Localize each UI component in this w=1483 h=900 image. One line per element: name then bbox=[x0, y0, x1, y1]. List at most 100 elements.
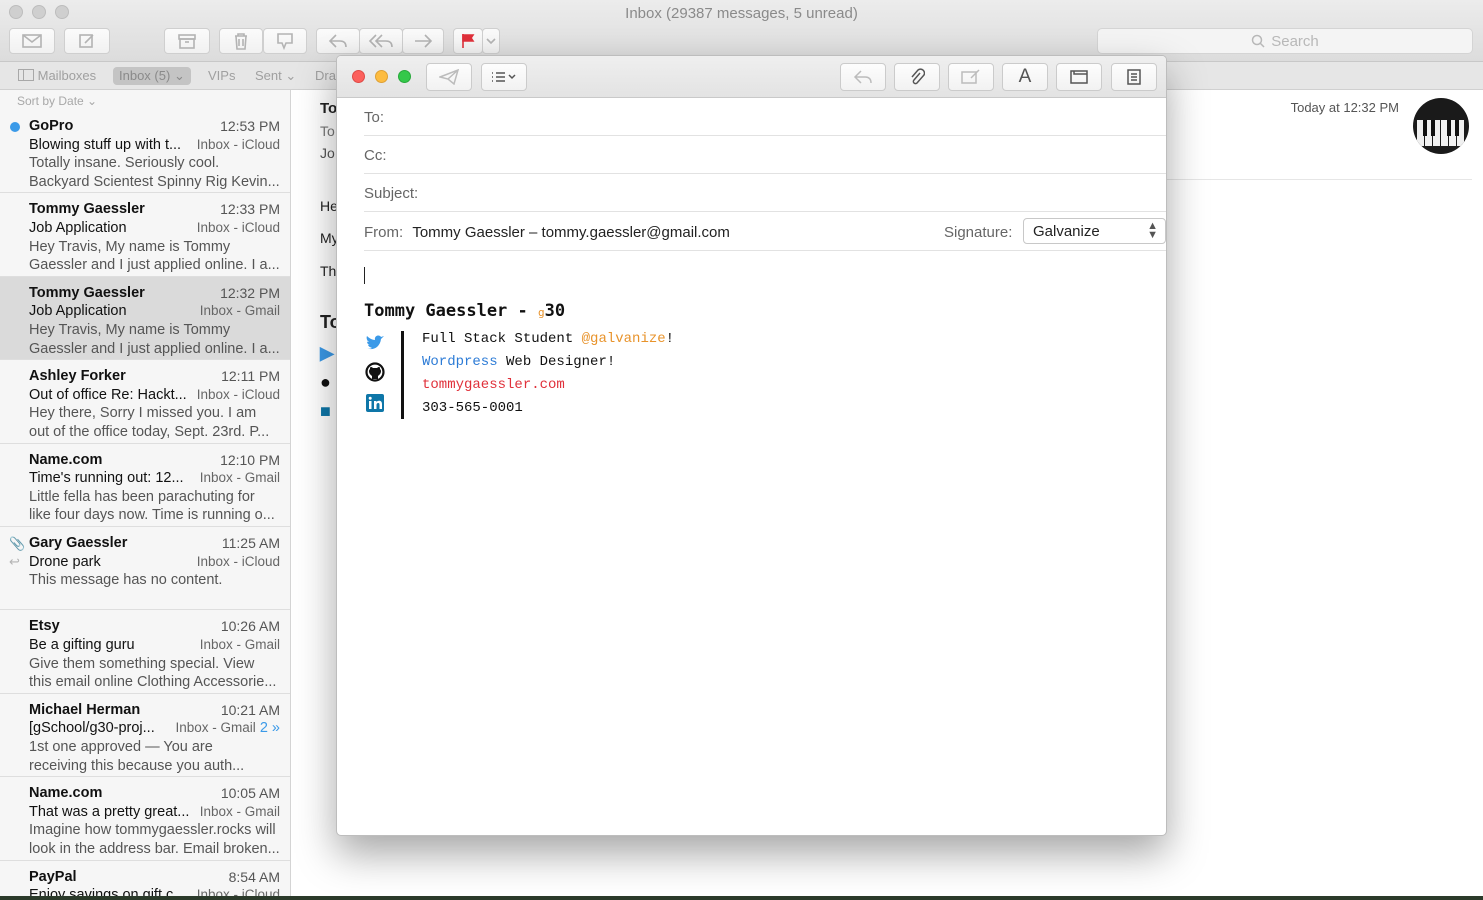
galvanize-link[interactable]: @galvanize bbox=[582, 331, 666, 347]
message-sender: Gary Gaessler bbox=[29, 534, 128, 551]
list-item[interactable]: Name.com 10:05 AM That was a pretty great… bbox=[0, 777, 290, 861]
markup-button[interactable] bbox=[948, 63, 994, 91]
list-item[interactable]: Michael Herman 10:21 AM [gSchool/g30-proj… bbox=[0, 694, 290, 778]
favorite-sent[interactable]: Sent ⌄ bbox=[255, 68, 296, 84]
message-recipient-line: Jo bbox=[320, 145, 335, 161]
junk-button[interactable] bbox=[263, 28, 307, 54]
website-link[interactable]: tommygaessler.com bbox=[422, 377, 565, 393]
message-mailbox: Inbox - Gmail bbox=[199, 303, 280, 319]
signature-line-1: Full Stack Student @galvanize! bbox=[422, 331, 674, 347]
message-preview: Hey there, Sorry I missed you. I am bbox=[29, 405, 257, 422]
message-time: 12:53 PM bbox=[220, 118, 280, 134]
minimize-compose-button[interactable] bbox=[375, 70, 388, 83]
close-compose-button[interactable] bbox=[352, 70, 365, 83]
paperclip-icon: 📎 bbox=[9, 535, 26, 551]
message-mailbox: Inbox - Gmail bbox=[175, 720, 256, 736]
message-preview: like four days now. Time is running o... bbox=[29, 507, 275, 524]
search-field[interactable]: Search bbox=[1097, 28, 1473, 54]
subject-label: Subject: bbox=[364, 185, 419, 202]
thread-count-badge[interactable]: 2 » bbox=[260, 720, 280, 736]
message-mailbox: Inbox - Gmail bbox=[199, 636, 280, 652]
photo-browser-button[interactable] bbox=[1056, 63, 1102, 91]
header-divider bbox=[1132, 179, 1472, 180]
message-preview: receiving this because you auth... bbox=[29, 757, 245, 774]
message-time: 12:10 PM bbox=[220, 451, 280, 468]
message-body-line: Th bbox=[320, 263, 337, 279]
list-item-selected[interactable]: Tommy Gaessler 12:32 PM Job Application In… bbox=[0, 276, 290, 361]
linkedin-icon[interactable] bbox=[365, 393, 385, 413]
mailboxes-button[interactable]: Mailboxes bbox=[18, 68, 96, 83]
list-item[interactable]: 📎 ↩ Gary Gaessler 11:25 AM Drone park Inbo… bbox=[0, 527, 290, 611]
get-mail-button[interactable] bbox=[9, 28, 55, 54]
message-sender: Ashley Forker bbox=[29, 368, 126, 385]
cc-field[interactable]: Cc: bbox=[364, 136, 1166, 174]
thumbs-down-icon bbox=[277, 33, 293, 50]
format-button[interactable]: A bbox=[1002, 63, 1048, 91]
signature-name: Tommy Gaessler - g30 bbox=[364, 301, 565, 321]
favorite-vips[interactable]: VIPs bbox=[208, 68, 235, 83]
compose-button[interactable] bbox=[64, 28, 110, 54]
flag-menu-button[interactable] bbox=[482, 28, 500, 54]
reply-button[interactable] bbox=[840, 63, 886, 91]
message-sender: Tommy Gaessler bbox=[29, 201, 145, 218]
list-item[interactable]: PayPal 8:54 AM Enjoy savings on gift c...… bbox=[0, 861, 290, 896]
signature-select[interactable]: Galvanize ▲ ▼ bbox=[1023, 218, 1166, 244]
inbox-label: Inbox (5) bbox=[119, 68, 171, 83]
attach-button[interactable] bbox=[894, 63, 940, 91]
message-preview: Totally insane. Seriously cool. bbox=[29, 155, 220, 172]
chevron-down-icon: ⌄ bbox=[285, 68, 297, 83]
message-mailbox: Inbox - iCloud bbox=[196, 219, 280, 235]
stationery-button[interactable] bbox=[1111, 63, 1157, 91]
message-preview: Give them something special. View bbox=[29, 655, 255, 672]
header-fields-menu[interactable] bbox=[481, 63, 527, 91]
flag-button[interactable] bbox=[453, 28, 483, 54]
message-body-editor[interactable]: Tommy Gaessler - g30 Full Stack Student … bbox=[337, 252, 1166, 835]
sort-control[interactable]: Sort by Date ⌄ bbox=[0, 90, 290, 110]
chevron-down-icon: ⌄ bbox=[87, 94, 98, 108]
reply-button[interactable] bbox=[316, 28, 360, 54]
favorite-drafts[interactable]: Dra bbox=[315, 68, 336, 83]
list-item[interactable]: Tommy Gaessler 12:33 PM Job Application In… bbox=[0, 193, 290, 277]
message-sender: Name.com bbox=[29, 451, 103, 468]
favorite-inbox[interactable]: Inbox (5) ⌄ bbox=[113, 67, 191, 85]
signature-role: Web Designer! bbox=[497, 354, 616, 370]
to-field[interactable]: To: bbox=[364, 98, 1166, 136]
twitter-icon[interactable] bbox=[365, 333, 385, 353]
message-preview: Gaessler and I just applied online. I a.… bbox=[29, 257, 280, 274]
subject-field[interactable]: Subject: bbox=[364, 174, 1166, 212]
wordpress-link[interactable]: Wordpress bbox=[422, 354, 498, 370]
send-button[interactable] bbox=[426, 63, 472, 91]
message-mailbox: Inbox - iCloud bbox=[196, 136, 280, 152]
from-select[interactable]: Tommy Gaessler – tommy.gaessler@gmail.co… bbox=[412, 224, 730, 241]
github-icon[interactable] bbox=[365, 362, 385, 382]
signature-label: Signature: bbox=[944, 224, 1013, 241]
signature-title: Full Stack Student bbox=[422, 331, 582, 347]
paper-plane-icon bbox=[439, 69, 459, 85]
signature-g30: 30 bbox=[544, 301, 566, 321]
sent-label: Sent bbox=[255, 68, 282, 83]
message-sender: Name.com bbox=[29, 785, 103, 802]
list-item[interactable]: Ashley Forker 12:11 PM Out of office Re: … bbox=[0, 360, 290, 444]
message-time: 12:32 PM bbox=[220, 284, 280, 301]
message-subject: [gSchool/g30-proj... bbox=[29, 720, 155, 737]
galvanize-g-mark: g bbox=[538, 306, 545, 319]
message-mailbox: Inbox - iCloud bbox=[196, 386, 280, 402]
message-preview: Backyard Scientest Spinny Rig Kevin... bbox=[29, 173, 280, 190]
message-preview: This message has no content. bbox=[29, 572, 223, 589]
forward-button[interactable] bbox=[402, 28, 444, 54]
list-item[interactable]: Etsy 10:26 AM Be a gifting guru Inbox - Gm… bbox=[0, 610, 290, 694]
message-time: 10:26 AM bbox=[220, 618, 280, 635]
text-cursor bbox=[364, 267, 365, 284]
message-sender: PayPal bbox=[29, 868, 77, 885]
list-item[interactable]: Name.com 12:10 PM Time's running out: 12.… bbox=[0, 444, 290, 527]
message-sender: GoPro bbox=[29, 118, 74, 134]
sidebar-icon bbox=[18, 69, 34, 81]
message-preview: Imagine how tommygaessler.rocks will bbox=[29, 822, 276, 839]
message-subject: Job Application bbox=[29, 303, 127, 320]
reply-all-button[interactable] bbox=[359, 28, 403, 54]
zoom-compose-button[interactable] bbox=[398, 70, 411, 83]
archive-button[interactable] bbox=[164, 28, 210, 54]
list-item[interactable]: GoPro 12:53 PM Blowing stuff up with t...… bbox=[0, 110, 290, 194]
compose-window: A To: Cc: Subject: From: Tommy Gaessler … bbox=[336, 55, 1167, 836]
delete-button[interactable] bbox=[219, 28, 263, 54]
